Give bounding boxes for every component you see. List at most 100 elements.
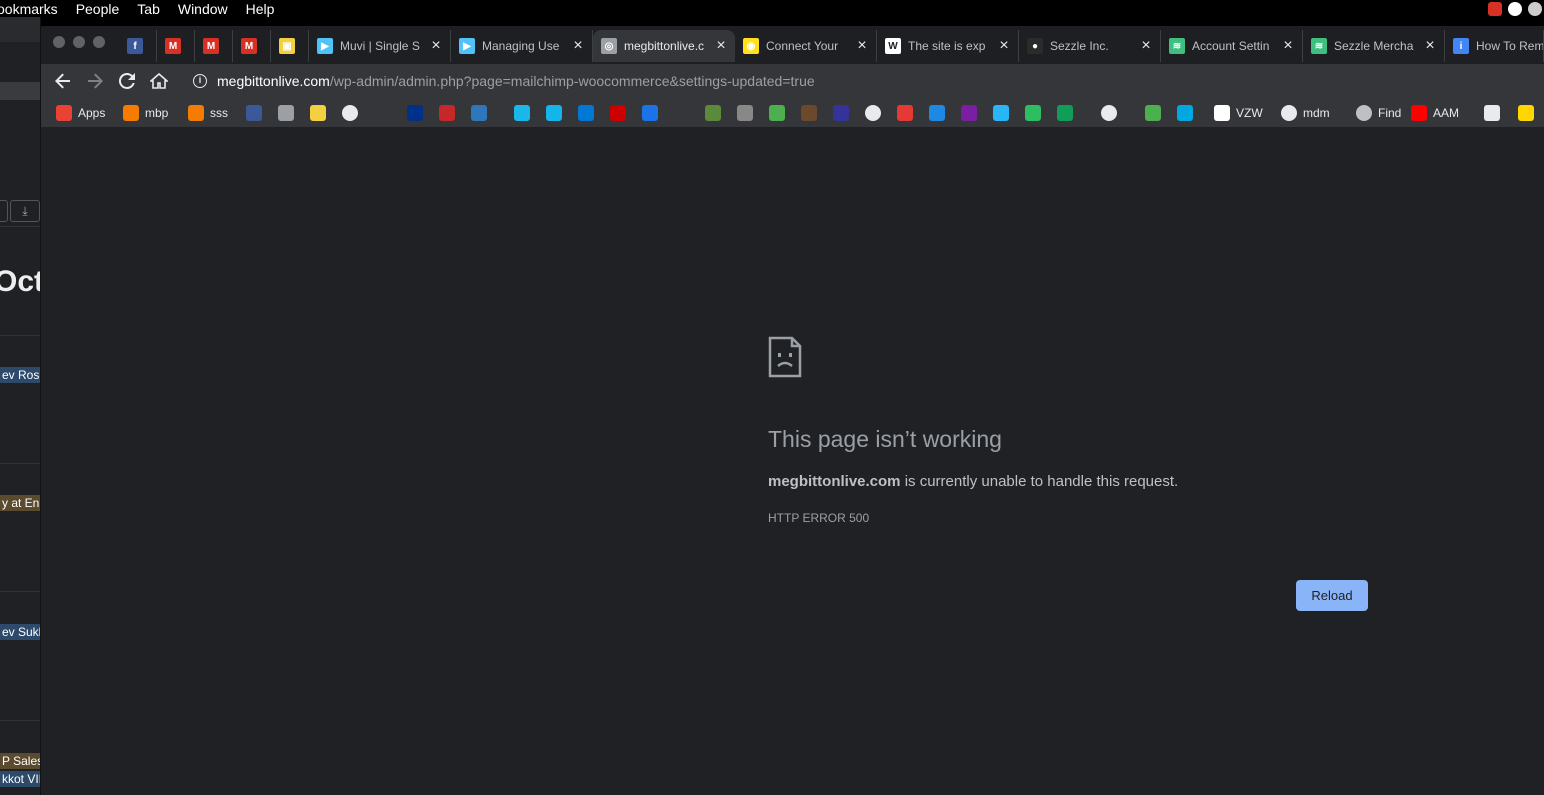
minimize-window-button[interactable]	[73, 36, 85, 48]
tab-strip: f M M M ▣ ▶ Muvi | Single S × ▶ Managing Use × ◎ meg…	[41, 26, 1544, 64]
apps-grid-icon	[56, 105, 72, 121]
bookmark-item[interactable]	[897, 105, 913, 121]
browser-tab[interactable]: ▣	[271, 30, 309, 62]
bookmark-item[interactable]	[546, 105, 562, 121]
bookmark-item[interactable]	[642, 105, 658, 121]
menu-window[interactable]: Window	[178, 1, 228, 17]
browser-tab[interactable]: M	[157, 30, 195, 62]
menu-tab[interactable]: Tab	[137, 1, 160, 17]
close-window-button[interactable]	[53, 36, 65, 48]
bookmark-item[interactable]	[310, 105, 326, 121]
tab-title: Connect Your	[766, 39, 839, 53]
bookmark-item[interactable]	[833, 105, 849, 121]
e-icon	[897, 105, 913, 121]
bookmark-item[interactable]	[865, 105, 881, 121]
browser-tab[interactable]: ≋ Account Settin ×	[1161, 30, 1303, 62]
browser-tab[interactable]: ▶ Muvi | Single S ×	[309, 30, 451, 62]
calendar-event[interactable]: ev Sukko	[0, 624, 40, 640]
github-icon: ●	[1027, 38, 1043, 54]
check-icon[interactable]	[1508, 1, 1522, 16]
globe-icon	[1281, 105, 1297, 121]
tab-close-icon[interactable]: ×	[1138, 37, 1154, 55]
browser-tab[interactable]: M	[195, 30, 233, 62]
bookmark-item[interactable]	[514, 105, 530, 121]
reload-page-button[interactable]: Reload	[1296, 580, 1368, 611]
tab-close-icon[interactable]: ×	[854, 37, 870, 55]
tab-close-icon[interactable]: ×	[428, 37, 444, 55]
calendar-event[interactable]: kkot VII	[0, 771, 40, 787]
bookmark-item[interactable]	[578, 105, 594, 121]
bookmark-item[interactable]	[769, 105, 785, 121]
browser-tab[interactable]: ◎ megbittonlive.c ×	[593, 30, 735, 62]
bookmark-item[interactable]: VZW	[1214, 105, 1263, 121]
browser-tab[interactable]: ◉ Connect Your ×	[735, 30, 877, 62]
bookmark-item[interactable]	[1484, 105, 1500, 121]
bookmark-item[interactable]	[1177, 105, 1193, 121]
home-button[interactable]	[143, 67, 175, 95]
bookmark-item[interactable]	[1057, 105, 1073, 121]
tab-title: Sezzle Inc.	[1050, 39, 1109, 53]
info-icon: i	[1453, 38, 1469, 54]
bookmark-item[interactable]	[246, 105, 262, 121]
bookmark-item[interactable]	[1145, 105, 1161, 121]
bookmark-item[interactable]	[610, 105, 626, 121]
bookmark-item[interactable]	[929, 105, 945, 121]
menu-help[interactable]: Help	[246, 1, 275, 17]
leaf-icon	[769, 105, 785, 121]
sad-page-icon	[768, 336, 802, 378]
bookmark-item[interactable]	[439, 105, 455, 121]
browser-tab[interactable]: f	[119, 30, 157, 62]
zoom-window-button[interactable]	[93, 36, 105, 48]
download-icon[interactable]: ⤓	[10, 200, 40, 222]
docker-icon[interactable]	[1528, 1, 1542, 16]
browser-tab[interactable]: ▶ Managing Use ×	[451, 30, 593, 62]
m-icon	[1518, 105, 1534, 121]
back-button[interactable]	[47, 67, 79, 95]
bookmark-item[interactable]: Apps	[56, 105, 105, 121]
browser-tab[interactable]: ≋ Sezzle Mercha ×	[1303, 30, 1445, 62]
tab-close-icon[interactable]: ×	[713, 37, 729, 55]
vzw-icon	[1214, 105, 1230, 121]
calendar-event[interactable]: ev Rosh	[0, 367, 40, 383]
browser-tab[interactable]: M	[233, 30, 271, 62]
browser-window: f M M M ▣ ▶ Muvi | Single S × ▶ Managing Use × ◎ meg…	[41, 26, 1544, 795]
browser-tab[interactable]: ● Sezzle Inc. ×	[1019, 30, 1161, 62]
bookmark-item[interactable]	[1025, 105, 1041, 121]
bookmark-item[interactable]: mdm	[1281, 105, 1330, 121]
bookmark-item[interactable]	[278, 105, 294, 121]
tab-close-icon[interactable]: ×	[570, 37, 586, 55]
reload-button[interactable]	[111, 67, 143, 95]
bookmark-item[interactable]	[471, 105, 487, 121]
menu-people[interactable]: People	[76, 1, 120, 17]
forward-button[interactable]	[79, 67, 111, 95]
calendar-event[interactable]: P Sales	[0, 753, 40, 769]
tab-close-icon[interactable]: ×	[1422, 37, 1438, 55]
app-status-icon[interactable]	[1488, 1, 1502, 16]
muvi-icon: ▶	[459, 38, 475, 54]
bookmark-item[interactable]	[737, 105, 753, 121]
bookmark-item[interactable]	[1518, 105, 1534, 121]
browser-tab[interactable]: i How To Rem	[1445, 30, 1544, 62]
bookmark-item[interactable]	[961, 105, 977, 121]
error-message: megbittonlive.com is currently unable to…	[768, 473, 1178, 490]
bg-button[interactable]	[0, 200, 8, 222]
tab-title: How To Rem	[1476, 39, 1543, 53]
bookmark-item[interactable]	[407, 105, 423, 121]
tab-close-icon[interactable]: ×	[1280, 37, 1296, 55]
bookmark-item[interactable]	[993, 105, 1009, 121]
address-bar[interactable]: i megbittonlive.com/wp-admin/admin.php?p…	[189, 67, 1544, 95]
xero-icon	[546, 105, 562, 121]
bookmark-item[interactable]: AAM	[1411, 105, 1459, 121]
bookmark-item[interactable]: Find	[1356, 105, 1401, 121]
bookmark-item[interactable]: mbp	[123, 105, 168, 121]
bookmark-item[interactable]	[1101, 105, 1117, 121]
bookmark-item[interactable]: sss	[188, 105, 228, 121]
menu-bookmarks[interactable]: ookmarks	[0, 1, 58, 17]
browser-tab[interactable]: W The site is exp ×	[877, 30, 1019, 62]
calendar-event[interactable]: y at En	[0, 495, 40, 511]
bookmark-item[interactable]	[342, 105, 358, 121]
bookmark-item[interactable]	[801, 105, 817, 121]
site-info-icon[interactable]: i	[193, 74, 207, 88]
bookmark-item[interactable]	[705, 105, 721, 121]
tab-close-icon[interactable]: ×	[996, 37, 1012, 55]
